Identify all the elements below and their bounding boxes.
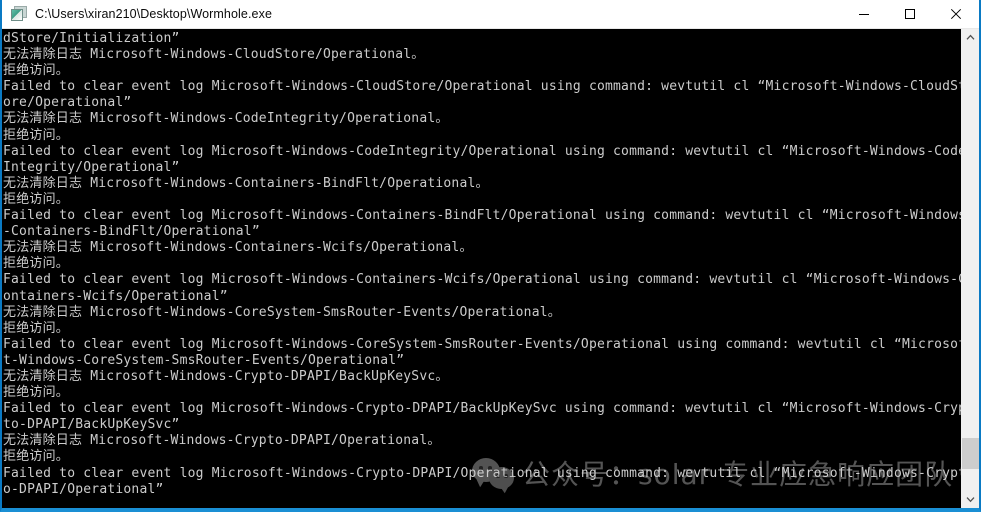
close-button[interactable] — [933, 0, 979, 28]
maximize-icon — [905, 9, 915, 19]
chevron-down-icon — [966, 497, 975, 503]
maximize-button[interactable] — [887, 0, 933, 28]
console-app-icon — [11, 6, 27, 22]
vertical-scrollbar[interactable] — [961, 29, 979, 508]
scroll-down-button[interactable] — [962, 491, 979, 508]
minimize-icon — [859, 14, 869, 15]
console-area: dStore/Initialization” 无法清除日志 Microsoft-… — [2, 29, 979, 508]
console-output[interactable]: dStore/Initialization” 无法清除日志 Microsoft-… — [2, 29, 961, 508]
chevron-up-icon — [966, 34, 975, 40]
close-icon — [950, 8, 962, 20]
scrollbar-thumb[interactable] — [962, 437, 979, 469]
scrollbar-track[interactable] — [962, 46, 979, 491]
console-output-text: dStore/Initialization” 无法清除日志 Microsoft-… — [3, 31, 961, 497]
scroll-up-button[interactable] — [962, 29, 979, 46]
titlebar[interactable]: C:\Users\xiran210\Desktop\Wormhole.exe — [2, 0, 979, 29]
window-controls — [841, 0, 979, 28]
window-title: C:\Users\xiran210\Desktop\Wormhole.exe — [35, 7, 272, 21]
minimize-button[interactable] — [841, 0, 887, 28]
console-window: C:\Users\xiran210\Desktop\Wormhole.exe d… — [0, 0, 981, 512]
